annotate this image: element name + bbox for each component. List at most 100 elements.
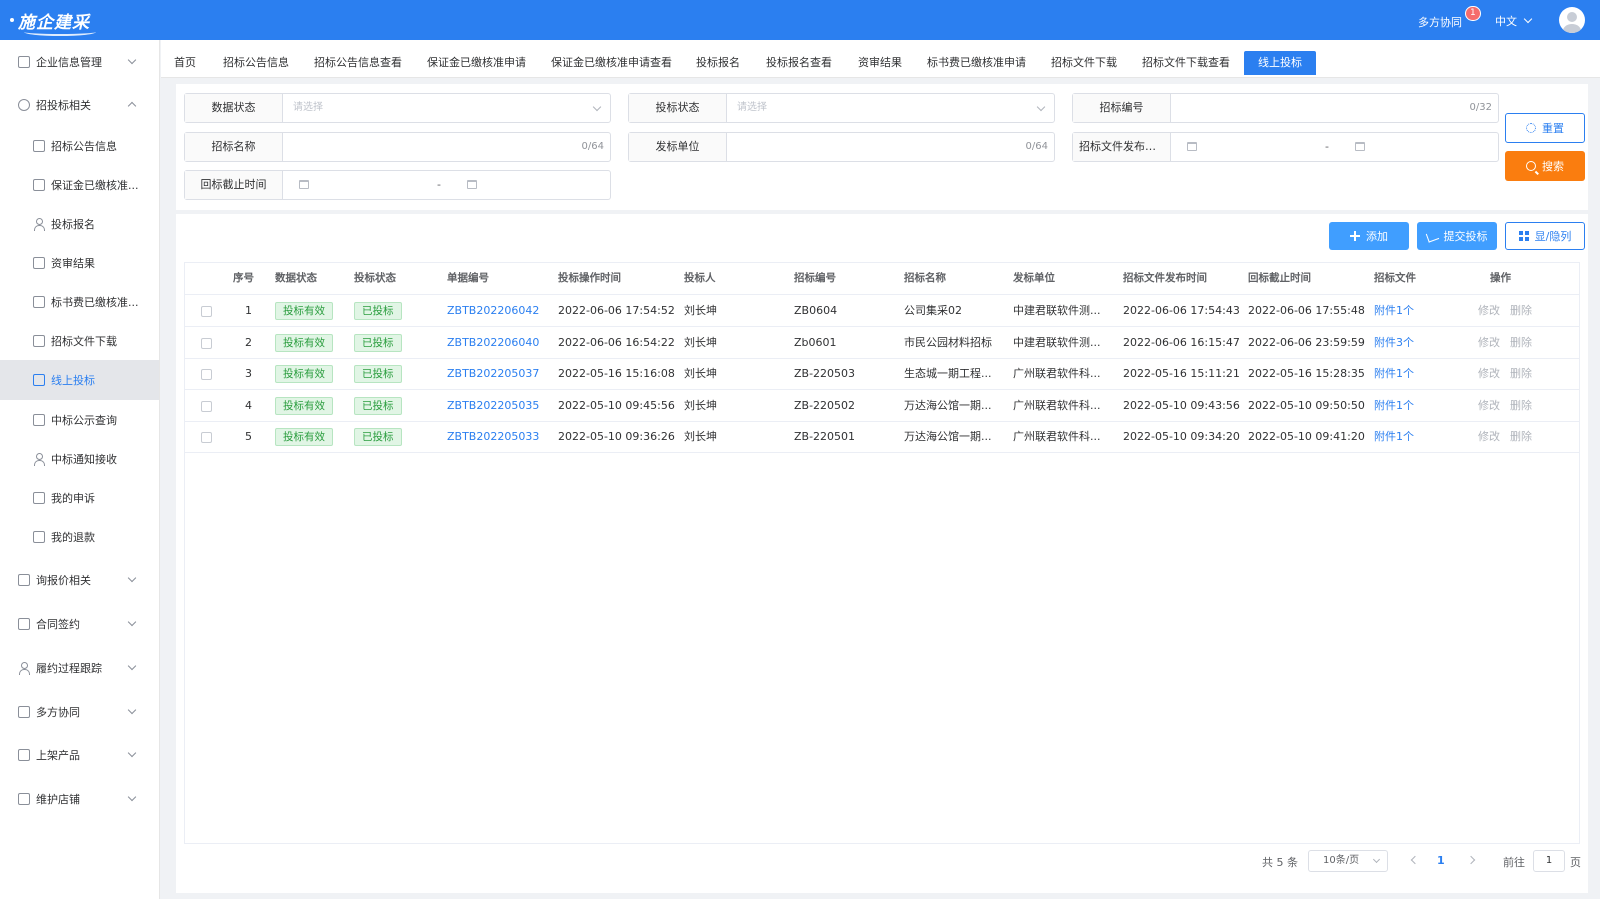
edit-button[interactable]: 修改: [1478, 336, 1500, 349]
reset-button[interactable]: 重置: [1505, 113, 1585, 143]
sidebar-item[interactable]: 企业信息管理: [0, 42, 159, 82]
sidebar-item[interactable]: 多方协同: [0, 692, 159, 732]
sidebar-item[interactable]: 中标公示查询: [0, 400, 159, 440]
sidebar-item[interactable]: 招投标相关: [0, 85, 159, 125]
sidebar-item[interactable]: 履约过程跟踪: [0, 648, 159, 688]
plus-icon: [1350, 231, 1360, 241]
attachment-link[interactable]: 附件1个: [1374, 399, 1414, 412]
issuer-field[interactable]: 发标单位 0/64: [628, 132, 1055, 162]
doc-no-link[interactable]: ZBTB202205035: [447, 399, 539, 412]
submit-bid-button[interactable]: 提交投标: [1417, 222, 1497, 250]
col-attachment: 附件1个: [1374, 295, 1414, 326]
chevron-down-icon: [127, 661, 137, 671]
app-logo[interactable]: 施企建采: [10, 6, 96, 36]
toggle-columns-button[interactable]: 显/隐列: [1505, 222, 1585, 250]
table-row: 5 投标有效 已投标 ZBTB202205033 2022-05-10 09:36:26…: [185, 421, 1579, 454]
page-size-select[interactable]: 10条/页: [1308, 850, 1388, 872]
sidebar-item[interactable]: 上架产品: [0, 735, 159, 775]
sidebar-item[interactable]: 标书费已缴核准...: [0, 282, 159, 322]
delete-button[interactable]: 删除: [1510, 399, 1532, 412]
attachment-link[interactable]: 附件1个: [1374, 430, 1414, 443]
sidebar-item-label: 询报价相关: [36, 574, 91, 587]
sidebar-item[interactable]: 合同签约: [0, 604, 159, 644]
sidebar-item[interactable]: 中标通知接收: [0, 439, 159, 479]
sidebar-item[interactable]: 招标文件下载: [0, 321, 159, 361]
tab-item[interactable]: 线上投标: [1244, 51, 1316, 75]
tender-name-label: 招标名称: [185, 133, 283, 161]
language-switcher[interactable]: 中文: [1495, 13, 1533, 29]
col-attachment: 附件3个: [1374, 327, 1414, 358]
calendar-icon: [299, 180, 309, 189]
sidebar-item[interactable]: 投标报名: [0, 204, 159, 244]
col-no: 3: [245, 367, 252, 381]
data-status-select[interactable]: 数据状态 请选择: [184, 93, 611, 123]
tab-item[interactable]: 资审结果: [858, 51, 902, 75]
tender-name-field[interactable]: 招标名称 0/64: [184, 132, 611, 162]
page-number-current[interactable]: 1: [1437, 854, 1445, 867]
chevron-down-icon: [1523, 14, 1533, 24]
sidebar-item[interactable]: 资审结果: [0, 243, 159, 283]
tender-no-field[interactable]: 招标编号 0/32: [1072, 93, 1499, 123]
doc-no-link[interactable]: ZBTB202205037: [447, 367, 539, 380]
col-actions-header: 操作: [1490, 272, 1511, 284]
tab-item[interactable]: 招标公告信息查看: [314, 51, 402, 75]
tab-item[interactable]: 保证金已缴核准申请查看: [551, 51, 672, 75]
row-checkbox[interactable]: [201, 400, 212, 412]
delete-button[interactable]: 删除: [1510, 430, 1532, 443]
hierarchy-icon: [33, 335, 45, 347]
delete-button[interactable]: 删除: [1510, 367, 1532, 380]
edit-button[interactable]: 修改: [1478, 304, 1500, 317]
tab-item[interactable]: 标书费已缴核准申请: [927, 51, 1026, 75]
row-checkbox[interactable]: [201, 306, 212, 317]
tab-item[interactable]: 投标报名查看: [766, 51, 832, 75]
sidebar-item[interactable]: 我的申诉: [0, 478, 159, 518]
attachment-link[interactable]: 附件1个: [1374, 304, 1414, 317]
edit-button[interactable]: 修改: [1478, 367, 1500, 380]
row-checkbox[interactable]: [201, 337, 212, 349]
deadline-range[interactable]: 回标截止时间 -: [184, 170, 611, 200]
row-checkbox[interactable]: [201, 369, 212, 381]
reset-icon: [1526, 123, 1536, 133]
collab-link[interactable]: 多方协同: [1418, 14, 1462, 30]
sidebar-item[interactable]: 保证金已缴核准...: [0, 165, 159, 205]
sidebar-item[interactable]: 招标公告信息: [0, 126, 159, 166]
sidebar-item[interactable]: 线上投标: [0, 360, 159, 400]
delete-button[interactable]: 删除: [1510, 304, 1532, 317]
gavel-icon: [18, 99, 30, 111]
publish-time-range[interactable]: 招标文件发布时... -: [1072, 132, 1499, 162]
edit-button[interactable]: 修改: [1478, 430, 1500, 443]
attachment-link[interactable]: 附件3个: [1374, 336, 1414, 349]
tab-item[interactable]: 首页: [174, 51, 196, 75]
sidebar-item[interactable]: 维护店铺: [0, 779, 159, 819]
checklist-icon: [33, 257, 45, 269]
pager-total: 共 5 条: [1262, 856, 1298, 869]
tab-item[interactable]: 招标文件下载查看: [1142, 51, 1230, 75]
submit-label: 提交投标: [1443, 230, 1488, 243]
user-avatar[interactable]: [1559, 7, 1585, 33]
doc-no-link[interactable]: ZBTB202205033: [447, 430, 539, 443]
doc-no-link[interactable]: ZBTB202206042: [447, 304, 539, 317]
tab-item[interactable]: 招标文件下载: [1051, 51, 1117, 75]
row-checkbox[interactable]: [201, 432, 212, 444]
col-issuer: 中建君联软件测...: [1013, 304, 1101, 317]
add-button[interactable]: 添加: [1329, 222, 1409, 250]
language-label: 中文: [1495, 15, 1517, 28]
sidebar-item[interactable]: 我的退款: [0, 517, 159, 557]
goto-page-input[interactable]: 1: [1533, 850, 1565, 872]
bid-status-tag: 已投标: [354, 428, 402, 447]
search-button[interactable]: 搜索: [1505, 151, 1585, 181]
chevron-down-icon: [127, 748, 137, 758]
edit-button[interactable]: 修改: [1478, 399, 1500, 412]
col-bid-status-header: 投标状态: [354, 272, 396, 284]
tab-item[interactable]: 保证金已缴核准申请: [427, 51, 526, 75]
contract-icon: [18, 618, 30, 630]
attachment-link[interactable]: 附件1个: [1374, 367, 1414, 380]
doc-no-link[interactable]: ZBTB202206040: [447, 336, 539, 349]
tab-item[interactable]: 投标报名: [696, 51, 740, 75]
col-bidder: 刘长坤: [684, 430, 717, 444]
sidebar-item[interactable]: 询报价相关: [0, 560, 159, 600]
delete-button[interactable]: 删除: [1510, 336, 1532, 349]
bid-status-select[interactable]: 投标状态 请选择: [628, 93, 1055, 123]
row-actions: 修改 删除: [1478, 295, 1532, 326]
tab-item[interactable]: 招标公告信息: [223, 51, 289, 75]
